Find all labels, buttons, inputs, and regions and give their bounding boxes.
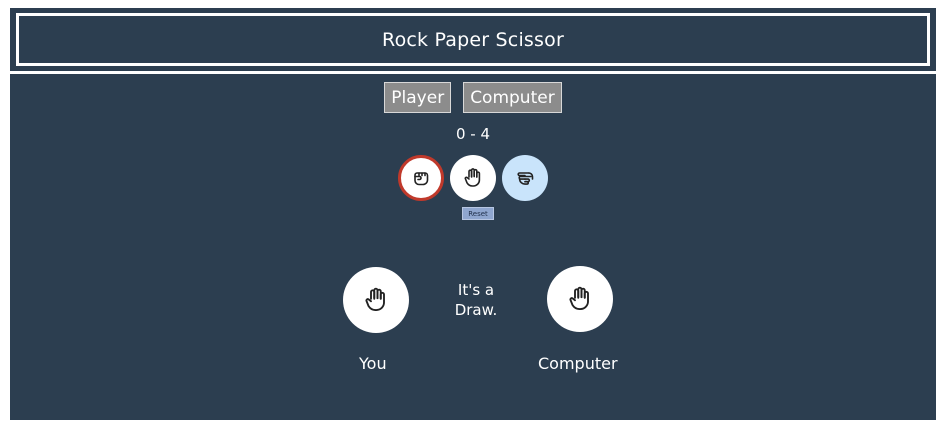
player-choice-display [343,267,409,333]
computer-label: Computer [538,354,618,373]
scoreboard-tabs: Player Computer [10,82,936,113]
game-app: Rock Paper Scissor Player Computer 0 - 4 [10,8,936,420]
scissors-button[interactable] [502,155,548,201]
choice-buttons [10,155,936,201]
tab-computer[interactable]: Computer [463,82,562,113]
result-line-1: It's a [457,281,495,299]
open-hand-icon [365,287,385,311]
computer-choice-display [547,266,613,332]
header-frame: Rock Paper Scissor [16,13,930,66]
rock-button[interactable] [398,155,444,201]
score-display: 0 - 4 [455,125,491,143]
page-title: Rock Paper Scissor [382,28,564,51]
reset-button[interactable]: Reset [462,207,494,220]
open-hand-icon [569,286,589,310]
player-label: You [359,354,387,373]
paper-button[interactable] [450,155,496,201]
tab-player[interactable]: Player [384,82,452,113]
scissors-hand-icon [517,172,534,185]
header: Rock Paper Scissor [10,8,936,71]
result-line-2: Draw. [454,301,498,319]
header-divider [10,71,936,74]
open-hand-icon [464,168,481,187]
fist-icon [414,172,429,186]
result-text: It's a Draw. [435,280,517,320]
